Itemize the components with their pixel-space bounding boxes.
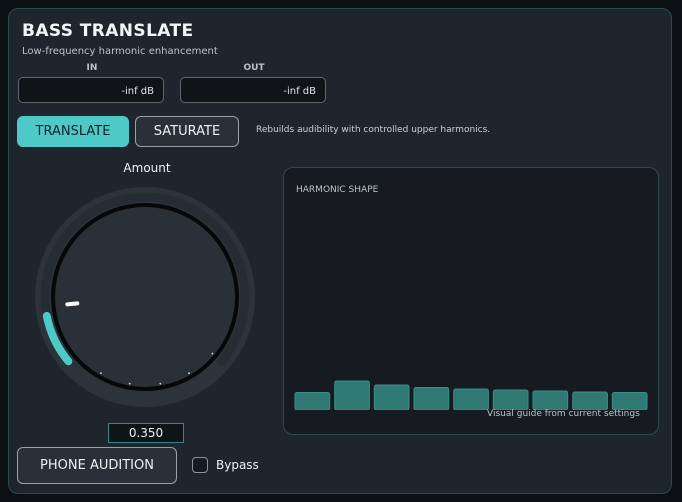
amount-knob[interactable] — [30, 182, 260, 412]
harmonic-bar — [572, 391, 608, 410]
output-meter: -inf dB — [180, 77, 326, 103]
input-meter-label: IN — [86, 63, 98, 73]
bypass-label: Bypass — [216, 458, 259, 472]
harmonic-bars — [294, 380, 648, 410]
harmonic-bar — [453, 388, 489, 410]
bypass-toggle[interactable]: Bypass — [192, 457, 259, 473]
mode-description: Rebuilds audibility with controlled uppe… — [256, 125, 491, 135]
knob-tick — [128, 382, 131, 385]
app-title: BASS TRANSLATE — [22, 21, 194, 41]
harmonic-shape-caption: Visual guide from current settings — [487, 409, 640, 419]
knob-tick — [188, 372, 190, 375]
knob-tick — [211, 352, 214, 355]
harmonic-shape-title: HARMONIC SHAPE — [296, 185, 379, 195]
knob-pointer — [65, 301, 80, 307]
knob-tick — [100, 372, 102, 375]
output-meter-label: OUT — [243, 63, 265, 73]
amount-value-field[interactable]: 0.350 — [108, 423, 184, 443]
saturate-mode-button[interactable]: SATURATE — [135, 116, 239, 147]
harmonic-bar — [492, 389, 529, 410]
harmonic-bar — [294, 392, 331, 410]
harmonic-bar — [611, 392, 648, 410]
harmonic-bar — [532, 390, 569, 410]
harmonic-bar — [373, 384, 410, 410]
amount-label: Amount — [123, 161, 171, 175]
phone-audition-button[interactable]: PHONE AUDITION — [17, 447, 177, 484]
harmonic-bar — [334, 380, 370, 410]
knob-tick — [159, 382, 162, 385]
app-subtitle: Low-frequency harmonic enhancement — [22, 46, 218, 57]
knob-body — [55, 207, 235, 387]
bypass-checkbox[interactable] — [192, 457, 208, 473]
harmonic-bar — [413, 387, 450, 410]
translate-mode-button[interactable]: TRANSLATE — [17, 116, 129, 147]
input-meter: -inf dB — [18, 77, 164, 103]
